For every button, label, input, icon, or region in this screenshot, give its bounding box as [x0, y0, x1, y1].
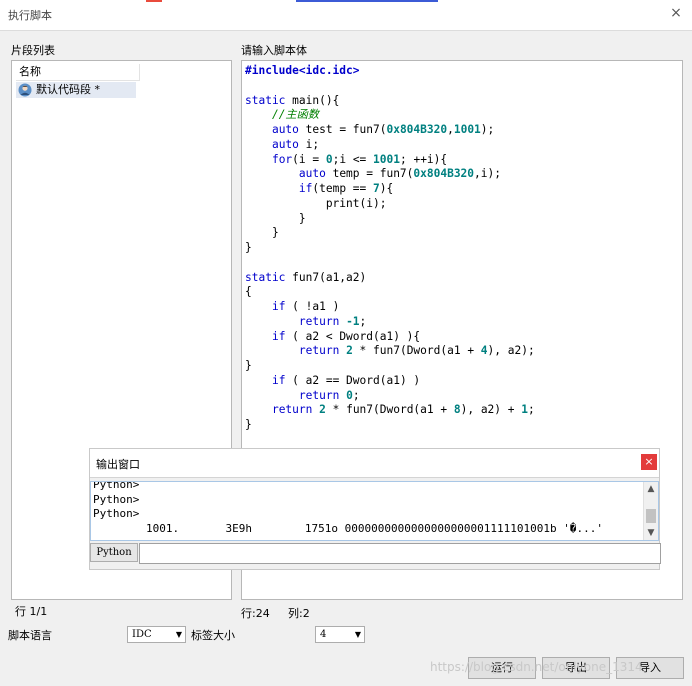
window-close-button[interactable]: × [666, 4, 686, 24]
scroll-up-icon[interactable]: ▲ [644, 482, 658, 496]
code-line-9: if(temp == 7){ [298, 182, 394, 195]
code-line-16: { [245, 285, 252, 299]
output-window-title: 输出窗口 [96, 458, 140, 471]
code-line-7: for(i = 0;i <= 1001; ++i){ [271, 152, 448, 166]
code-line-25: } [245, 418, 252, 431]
code-line-13: } [245, 241, 252, 254]
output-text-area[interactable]: Python> Python> Python> 1001. 3E9h 1751o… [90, 481, 659, 541]
code-line-20: return 2 * fun7(Dword(a1 + 4), a2); [298, 344, 535, 358]
top-strip-red [146, 0, 162, 2]
output-scrollbar[interactable]: ▲ ▼ [643, 482, 658, 540]
output-line-1: Python> [93, 481, 140, 491]
dropdown-arrow-icon: ▼ [175, 630, 182, 639]
script-lang-select[interactable]: IDC ▼ [127, 626, 186, 643]
top-strip-blue [296, 0, 438, 2]
tab-size-label: 标签大小 [191, 629, 235, 642]
scroll-thumb[interactable] [646, 509, 656, 523]
user-avatar-icon [18, 83, 32, 97]
code-line-17: if ( !a1 ) [271, 300, 340, 313]
cursor-column: 列:2 [288, 607, 310, 620]
output-line-2: Python> [93, 492, 140, 506]
code-line-11: } [245, 211, 306, 225]
output-line-4: 1001. 3E9h 1751o 00000000000000000000011… [93, 521, 603, 535]
script-lang-label: 脚本语言 [8, 629, 52, 642]
code-line-18: return -1; [298, 314, 367, 328]
snippet-item[interactable]: 默认代码段 * [16, 82, 136, 98]
snippet-item-label: 默认代码段 * [36, 83, 100, 96]
column-header-name[interactable]: 名称 [16, 64, 140, 81]
code-line-4: //主函数 [271, 108, 319, 122]
cursor-line: 行:24 [241, 607, 270, 620]
code-line-23: return 0; [298, 388, 360, 402]
python-lang-button[interactable]: Python [90, 543, 138, 562]
code-line-10: print(i); [245, 196, 387, 210]
script-body-label: 请输入脚本体 [241, 44, 307, 57]
tab-size-value: 4 [320, 629, 327, 640]
code-line-15: static fun7(a1,a2) [245, 270, 367, 284]
title-bar: 执行脚本 × [0, 0, 692, 31]
snippet-list-label: 片段列表 [11, 44, 55, 57]
watermark: https://blog.csdn.net/onlyone_1314 [430, 660, 643, 674]
code-line-21: } [245, 359, 252, 372]
command-input[interactable] [139, 543, 661, 564]
output-window[interactable]: 输出窗口 × Python> Python> Python> 1001. 3E9… [89, 448, 661, 570]
code-line-19: if ( a2 < Dword(a1) ){ [271, 329, 421, 343]
scroll-down-icon[interactable]: ▼ [644, 526, 658, 540]
output-window-header: 输出窗口 × [90, 449, 659, 478]
code-line-6: auto i; [271, 137, 320, 151]
code-line-1-text: #include<idc.idc> [245, 64, 360, 77]
code-line-8: auto temp = fun7(0x804B320,i); [298, 167, 501, 181]
code-line-12: } [245, 226, 279, 240]
tab-size-select[interactable]: 4 ▼ [315, 626, 365, 643]
script-lang-value: IDC [132, 629, 152, 640]
dropdown-arrow-icon: ▼ [354, 630, 361, 639]
code-line-3: static main(){ [245, 93, 340, 107]
output-text: Python> Python> Python> 1001. 3E9h 1751o… [93, 481, 603, 536]
code-line-1: #include<idc.idc> [245, 64, 360, 77]
script-code: #include<idc.idc> static main(){ //主函数 a… [245, 64, 535, 433]
code-line-24: return 2 * fun7(Dword(a1 + 8), a2) + 1; [271, 403, 535, 417]
output-close-button[interactable]: × [641, 454, 657, 470]
code-line-5: auto test = fun7(0x804B320,1001); [271, 123, 495, 136]
window-title: 执行脚本 [8, 9, 52, 22]
code-line-22: if ( a2 == Dword(a1) ) [271, 373, 421, 387]
output-line-3: Python> [93, 507, 140, 520]
snippet-status: 行 1/1 [15, 605, 48, 618]
